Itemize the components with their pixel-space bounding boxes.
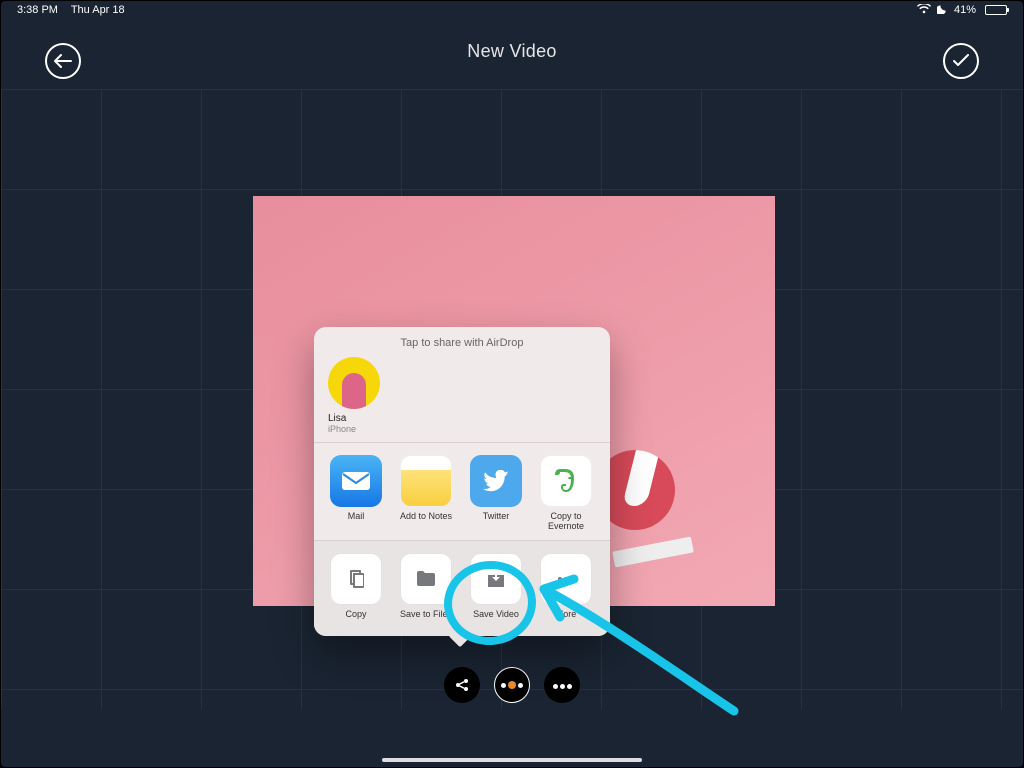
page-dots-button[interactable]: [494, 667, 530, 703]
share-app-label: Twitter: [483, 512, 510, 530]
page-title: New Video: [467, 41, 556, 62]
more-icon: [540, 553, 592, 605]
share-app-label: Copy to Evernote: [538, 512, 594, 532]
action-label: Save to Files: [400, 610, 452, 628]
avatar: [328, 357, 380, 409]
mail-icon: [330, 455, 382, 507]
dnd-moon-icon: [937, 3, 948, 17]
battery-icon: [982, 5, 1007, 15]
share-app-evernote[interactable]: Copy to Evernote: [538, 455, 594, 532]
action-copy[interactable]: Copy: [328, 553, 384, 628]
bottom-toolbar: [1, 667, 1023, 703]
airdrop-contact-device: iPhone: [328, 424, 356, 434]
done-button[interactable]: [943, 43, 979, 79]
share-actions-row: Copy Save to Files Save Video More: [314, 541, 610, 636]
action-label: Copy: [345, 610, 366, 628]
folder-icon: [400, 553, 452, 605]
share-app-label: Mail: [348, 512, 365, 530]
action-label: More: [556, 610, 577, 628]
airdrop-contact[interactable]: Lisa iPhone: [328, 357, 388, 434]
evernote-icon: [540, 455, 592, 507]
share-app-notes[interactable]: Add to Notes: [398, 455, 454, 532]
share-apps-row: Mail Add to Notes Twitter Copy to Everno…: [314, 443, 610, 541]
status-bar: 3:38 PM Thu Apr 18 41%: [1, 1, 1023, 19]
copy-icon: [330, 553, 382, 605]
battery-pct: 41%: [954, 4, 976, 16]
share-sheet: Tap to share with AirDrop Lisa iPhone Ma…: [314, 327, 610, 636]
action-save-files[interactable]: Save to Files: [398, 553, 454, 628]
status-date: Thu Apr 18: [71, 4, 125, 16]
airdrop-heading: Tap to share with AirDrop: [328, 337, 596, 349]
notes-icon: [400, 455, 452, 507]
action-label: Save Video: [473, 610, 519, 628]
airdrop-contact-name: Lisa: [328, 413, 346, 424]
share-app-label: Add to Notes: [400, 512, 452, 530]
share-app-twitter[interactable]: Twitter: [468, 455, 524, 532]
share-button[interactable]: [444, 667, 480, 703]
home-indicator[interactable]: [382, 758, 642, 762]
action-more[interactable]: More: [538, 553, 594, 628]
twitter-icon: [470, 455, 522, 507]
download-icon: [470, 553, 522, 605]
status-time: 3:38 PM: [17, 4, 58, 16]
share-app-mail[interactable]: Mail: [328, 455, 384, 532]
action-save-video[interactable]: Save Video: [468, 553, 524, 628]
wifi-icon: [917, 4, 931, 17]
more-button[interactable]: [544, 667, 580, 703]
